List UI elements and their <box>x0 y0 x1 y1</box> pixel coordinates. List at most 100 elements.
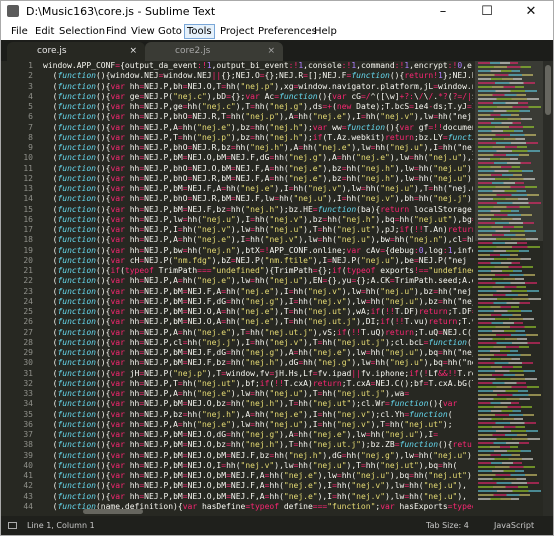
code-line[interactable]: (function(){var hh=NEJ.P,bhO=NEJ.R,bM=NE… <box>43 174 473 184</box>
code-line[interactable]: (function(){var hh=NEJ.P,bM=NEJ.O,bM=NEJ… <box>43 153 473 163</box>
menu-selection[interactable]: Selection <box>57 25 107 38</box>
code-line[interactable]: (function(){var hh=NEJ.P,bM=NEJ.O,dG=hh(… <box>43 430 473 440</box>
code-line[interactable]: (function(){var cH=NEJ.P("nm.fdg"),bZ=NE… <box>43 256 473 266</box>
minimap-row <box>478 290 539 292</box>
menu-file[interactable]: File <box>9 25 30 38</box>
minimize-button[interactable]: – <box>421 1 465 23</box>
panel-toggle-icon[interactable] <box>8 522 17 529</box>
minimap-row <box>478 158 518 160</box>
minimap-row <box>478 434 527 436</box>
menu-view[interactable]: View <box>129 25 157 38</box>
menu-tools[interactable]: Tools <box>184 24 215 39</box>
code-line[interactable]: (function(){var hh=NEJ.P,bhO=NEJ.R,bM=NE… <box>43 194 473 204</box>
line-number-gutter: 1 2 3 4 5 6 7 8 9 10 11 12 13 14 15 16 17 18 19 20 21 22 23 24 2… <box>1 61 33 516</box>
code-line[interactable]: (function(){var hh=NEJ.P,bM=NEJ.F,A=hh("… <box>43 287 473 297</box>
code-line[interactable]: (function(){var hh=NEJ.P,T=hh("nej.p"),b… <box>43 133 473 143</box>
code-line[interactable]: (function(){var hh=NEJ.P,I=hh("nej.v"),l… <box>43 225 473 235</box>
code-line[interactable]: (function(){var hh=NEJ.P,bh=NEJ.O,T=hh("… <box>43 82 473 92</box>
tab-size-selector[interactable]: Tab Size: 4 <box>426 520 469 531</box>
minimap-row <box>478 250 529 252</box>
scrollbar-thumb[interactable] <box>545 65 551 115</box>
code-line[interactable]: (function(){var hh=NEJ.P,bM=NEJ.O,bM=NEJ… <box>43 481 473 491</box>
code-line[interactable]: (function(){var hh=NEJ.P,ge=hh("nej.c"),… <box>43 102 473 112</box>
code-line[interactable]: (function(){var hh=NEJ.P,A=hh("nej.e"),l… <box>43 420 473 430</box>
minimap-row <box>478 78 522 80</box>
minimap-row <box>478 426 525 428</box>
minimap-row <box>478 154 529 156</box>
code-line[interactable]: (function(){var hh=NEJ.P,bhO=NEJ.R,bz=hh… <box>43 143 473 153</box>
horizontal-scrollbar[interactable] <box>43 506 473 516</box>
minimap[interactable] <box>475 61 543 516</box>
minimap-row <box>478 410 521 412</box>
code-line[interactable]: (function(){var hh=NEJ.P,bM=NEJ.F,bz=hh(… <box>43 205 473 215</box>
minimap-row <box>478 274 535 276</box>
code-line[interactable]: (function(){var hh=NEJ.P,bM=NEJ.O,bz=hh(… <box>43 440 473 450</box>
line-number: 12 <box>23 173 33 183</box>
tab-close-icon[interactable]: × <box>129 42 137 61</box>
code-line[interactable]: window.APP_CONF={output_da_event:!1,outp… <box>43 61 473 71</box>
code-line[interactable]: (function(){var hh=NEJ.P,bM=NEJ.O,A=hh("… <box>43 307 473 317</box>
menu-goto[interactable]: Goto <box>156 25 184 38</box>
code-line[interactable]: (function(){var hh=NEJ.P,bM=NEJ.O,A=hh("… <box>43 317 473 327</box>
tab-core-js[interactable]: core.js × <box>7 42 145 61</box>
menu-help[interactable]: Help <box>312 25 339 38</box>
menu-preferences[interactable]: Preferences <box>256 25 319 38</box>
code-line[interactable]: (function(){var hh=NEJ.P,cl=hh("nej.j"),… <box>43 338 473 348</box>
code-line[interactable]: (function(){var jH=NEJ.P("nej.p"),T=wind… <box>43 369 473 379</box>
scrollbar-thumb[interactable] <box>83 509 143 514</box>
minimap-row <box>478 478 526 480</box>
code-line[interactable]: (function(){window.NEJ=window.NEJ||{};NE… <box>43 71 473 81</box>
minimap-row <box>478 114 519 116</box>
syntax-selector[interactable]: JavaScript <box>494 520 534 531</box>
code-line[interactable]: (function(){var hh=NEJ.P,A=hh("nej.e"),I… <box>43 235 473 245</box>
line-number: 39 <box>23 450 33 460</box>
minimap-row <box>478 198 528 200</box>
menu-edit[interactable]: Edit <box>33 25 56 38</box>
minimap-row <box>478 66 531 68</box>
editor-area[interactable]: 1 2 3 4 5 6 7 8 9 10 11 12 13 14 15 16 17 18 19 20 21 22 23 24 2… <box>1 61 553 516</box>
minimap-row <box>478 494 530 496</box>
maximize-button[interactable]: ☐ <box>465 1 509 23</box>
line-number: 2 <box>28 71 33 81</box>
code-line[interactable]: (function(){var hh=NEJ.P,bz=hh("nej.h"),… <box>43 410 473 420</box>
menu-find[interactable]: Find <box>104 25 129 38</box>
line-number: 21 <box>23 266 33 275</box>
code-line[interactable]: (function(){var hh=NEJ.P,bhO=NEJ.O,bM=NE… <box>43 164 473 174</box>
code-line[interactable]: (function(){var hh=NEJ.P,bM=NEJ.F,bz=hh(… <box>43 358 473 368</box>
minimap-row <box>478 310 532 312</box>
code-line[interactable]: (function(){var hh=NEJ.P,bhO=NEJ.R,T=hh(… <box>43 112 473 122</box>
minimap-row <box>478 402 519 404</box>
code-view[interactable]: window.APP_CONF={output_da_event:!1,outp… <box>43 61 473 516</box>
code-line[interactable]: (function(){var hh=NEJ.P,bM=NEJ.O,bM=NEJ… <box>43 492 473 502</box>
minimap-row <box>478 194 539 196</box>
code-line[interactable]: (function(){var hh=NEJ.P,lw=hh("nej.u"),… <box>43 215 473 225</box>
menu-project[interactable]: Project <box>218 25 256 38</box>
code-line[interactable]: (function(){var hh=NEJ.P,bw=hh("nej.n"),… <box>43 246 473 256</box>
code-line[interactable]: (function(){var hh=NEJ.P,A=hh("nej.e"),l… <box>43 276 473 286</box>
tab-close-icon[interactable]: × <box>267 42 275 61</box>
code-line[interactable]: (function(){var hh=NEJ.P,bM=NEJ.F,dG=hh(… <box>43 348 473 358</box>
code-line[interactable]: (function(){var ge=NEJ.P("nej.c"),bD={};… <box>43 92 473 102</box>
minimap-row <box>478 306 519 308</box>
minimap-row <box>478 326 536 328</box>
close-button[interactable]: ✕ <box>509 1 553 23</box>
code-line[interactable]: (function(){if(typeof TrimPath==="undefi… <box>43 266 473 276</box>
minimap-row <box>478 190 526 192</box>
tab-core2-js[interactable]: core2.js × <box>145 42 283 61</box>
minimap-row <box>478 262 520 264</box>
line-number: 40 <box>23 460 33 470</box>
code-line[interactable]: (function(){var hh=NEJ.P,T=hh("nej.ut"),… <box>43 379 473 389</box>
line-number: 34 <box>23 399 33 409</box>
code-line[interactable]: (function(){var hh=NEJ.P,bM=NEJ.F,dG=hh(… <box>43 297 473 307</box>
code-line[interactable]: (function(){var hh=NEJ.P,A=hh("nej.e"),l… <box>43 389 473 399</box>
code-line[interactable]: (function(){var hh=NEJ.P,bM=NEJ.F,A=hh("… <box>43 184 473 194</box>
code-line[interactable]: (function(){var hh=NEJ.P,bM=NEJ.O,I=hh("… <box>43 461 473 471</box>
minimap-row <box>478 242 527 244</box>
code-line[interactable]: (function(){var hh=NEJ.P,A=hh("nej.e"),T… <box>43 328 473 338</box>
code-line[interactable]: (function(){var hh=NEJ.P,bM=NEJ.O,bM=NEJ… <box>43 451 473 461</box>
code-line[interactable]: (function(){var hh=NEJ.P,bM=NEJ.O,bz=hh(… <box>43 399 473 409</box>
code-line[interactable]: (function(){var hh=NEJ.P,A=hh("nej.e"),b… <box>43 123 473 133</box>
vertical-scrollbar[interactable] <box>543 61 553 516</box>
minimap-row <box>478 446 518 448</box>
code-line[interactable]: (function(){var hh=NEJ.P,bM=NEJ.O,bM=NEJ… <box>43 471 473 481</box>
